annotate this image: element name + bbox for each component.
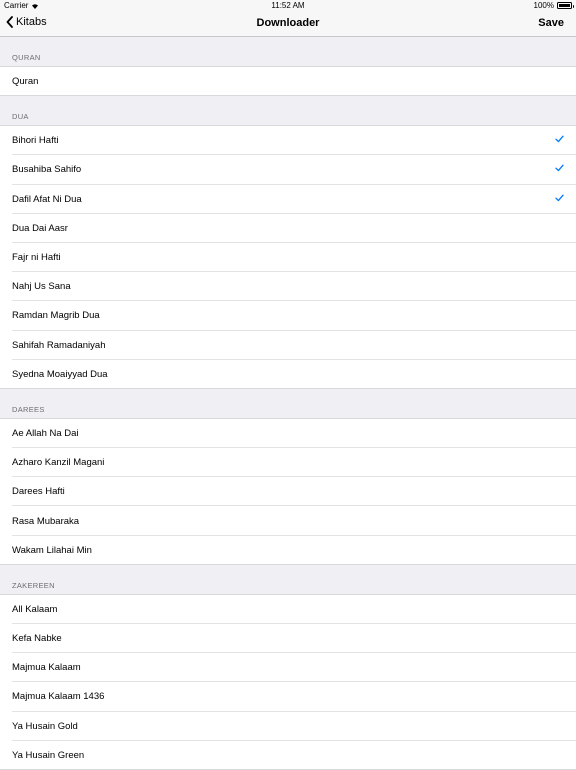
list-item-label: Busahiba Sahifo — [12, 164, 82, 176]
navigation-bar: Kitabs Downloader Save — [0, 12, 576, 37]
battery-indicator: 100% — [533, 1, 574, 10]
save-button[interactable]: Save — [538, 17, 564, 29]
status-time: 11:52 AM — [271, 1, 305, 10]
status-bar: Carrier 11:52 AM 100% — [0, 0, 576, 12]
list-item-label: Dafil Afat Ni Dua — [12, 193, 82, 205]
list-item-label: Sahifah Ramadaniyah — [12, 339, 106, 351]
list-item[interactable]: Ya Husain Green — [0, 740, 576, 770]
list-item[interactable]: Fajr ni Hafti — [0, 242, 576, 273]
list-item-label: All Kalaam — [12, 603, 58, 615]
list-item-label: Syedna Moaiyyad Dua — [12, 368, 108, 380]
list-item-label: Bihori Hafti — [12, 135, 59, 147]
section-header-quran: QURAN — [0, 38, 576, 67]
list-item-label: Majmua Kalaam 1436 — [12, 691, 105, 703]
list-item-label: Azharo Kanzil Magani — [12, 457, 105, 469]
list-item[interactable]: Majmua Kalaam — [0, 653, 576, 683]
list-item-label: Ae Allah Na Dai — [12, 427, 79, 439]
list-item[interactable]: Kefa Nabke — [0, 624, 576, 654]
list-item-label: Wakam Lilahai Min — [12, 544, 92, 556]
checkmark-icon — [555, 164, 564, 172]
list-item[interactable]: Syedna Moaiyyad Dua — [0, 359, 576, 390]
page-title: Downloader — [256, 17, 320, 29]
list-item-label: Kefa Nabke — [12, 633, 62, 645]
list-item-label: Rasa Mubaraka — [12, 515, 80, 527]
downloader-list: QURAN Quran DUA Bihori Hafti Busahiba Sahifo… — [0, 38, 576, 770]
list-item[interactable]: Rasa Mubaraka — [0, 506, 576, 536]
list-item[interactable]: Nahj Us Sana — [0, 272, 576, 302]
battery-icon — [557, 2, 574, 9]
list-item[interactable]: Quran — [0, 67, 576, 97]
list-item[interactable]: Ya Husain Gold — [0, 711, 576, 741]
list-item[interactable]: Wakam Lilahai Min — [0, 535, 576, 566]
list-item[interactable]: Ramdan Magrib Dua — [0, 301, 576, 331]
list-item[interactable]: Dafil Afat Ni Dua — [0, 184, 576, 214]
list-item[interactable]: Dua Dai Aasr — [0, 213, 576, 244]
list-item-label: Darees Hafti — [12, 486, 65, 498]
list-item-label: Ramdan Magrib Dua — [12, 310, 100, 322]
list-item[interactable]: Sahifah Ramadaniyah — [0, 330, 576, 360]
list-item-label: Ya Husain Green — [12, 749, 85, 761]
list-item[interactable]: Bihori Hafti — [0, 126, 576, 156]
list-item-label: Nahj Us Sana — [12, 281, 71, 293]
list-item-label: Dua Dai Aasr — [12, 222, 68, 234]
list-item[interactable]: Majmua Kalaam 1436 — [0, 682, 576, 712]
list-item[interactable]: All Kalaam — [0, 594, 576, 625]
list-item[interactable]: Azharo Kanzil Magani — [0, 448, 576, 478]
list-item[interactable]: Busahiba Sahifo — [0, 155, 576, 185]
list-item[interactable]: Darees Hafti — [0, 477, 576, 507]
list-item-label: Quran — [12, 76, 39, 88]
list-item-label: Fajr ni Hafti — [12, 252, 61, 264]
section-header-dua: DUA — [0, 96, 576, 127]
list-item[interactable]: Ae Allah Na Dai — [0, 418, 576, 449]
list-item-label: Ya Husain Gold — [12, 720, 78, 732]
list-item-label: Majmua Kalaam — [12, 662, 81, 674]
checkmark-icon — [555, 135, 564, 143]
section-header-zakereen: ZAKEREEN — [0, 565, 576, 595]
section-header-darees: DAREES — [0, 389, 576, 419]
battery-percent: 100% — [533, 1, 554, 10]
checkmark-icon — [555, 194, 564, 201]
